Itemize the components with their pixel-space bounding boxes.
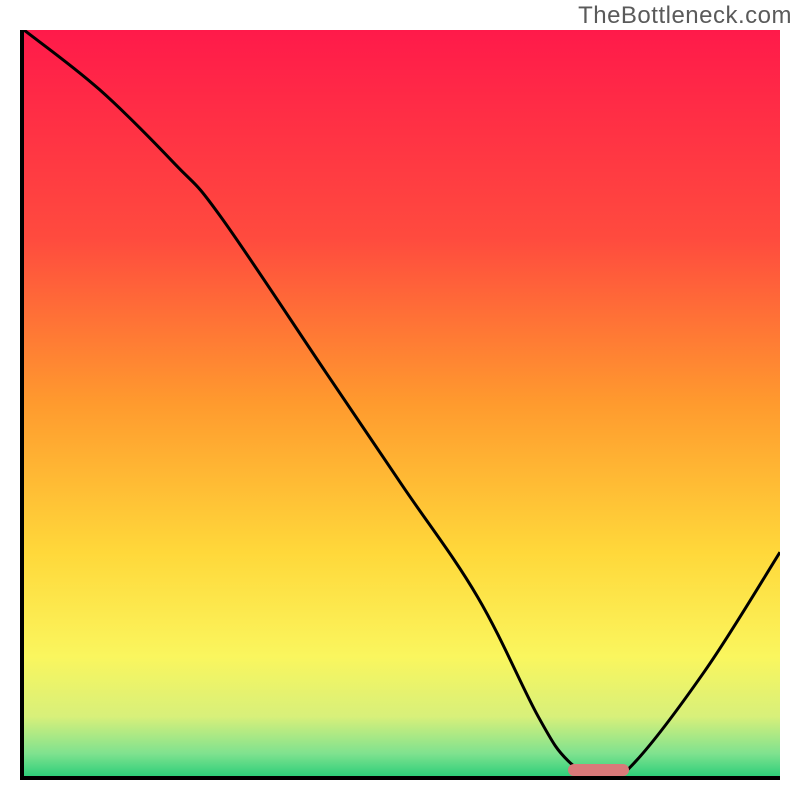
gradient-background (24, 30, 780, 776)
optimal-range-marker (568, 764, 628, 776)
plot-area (20, 30, 780, 780)
chart-container: TheBottleneck.com (0, 0, 800, 800)
watermark-text: TheBottleneck.com (578, 2, 792, 30)
